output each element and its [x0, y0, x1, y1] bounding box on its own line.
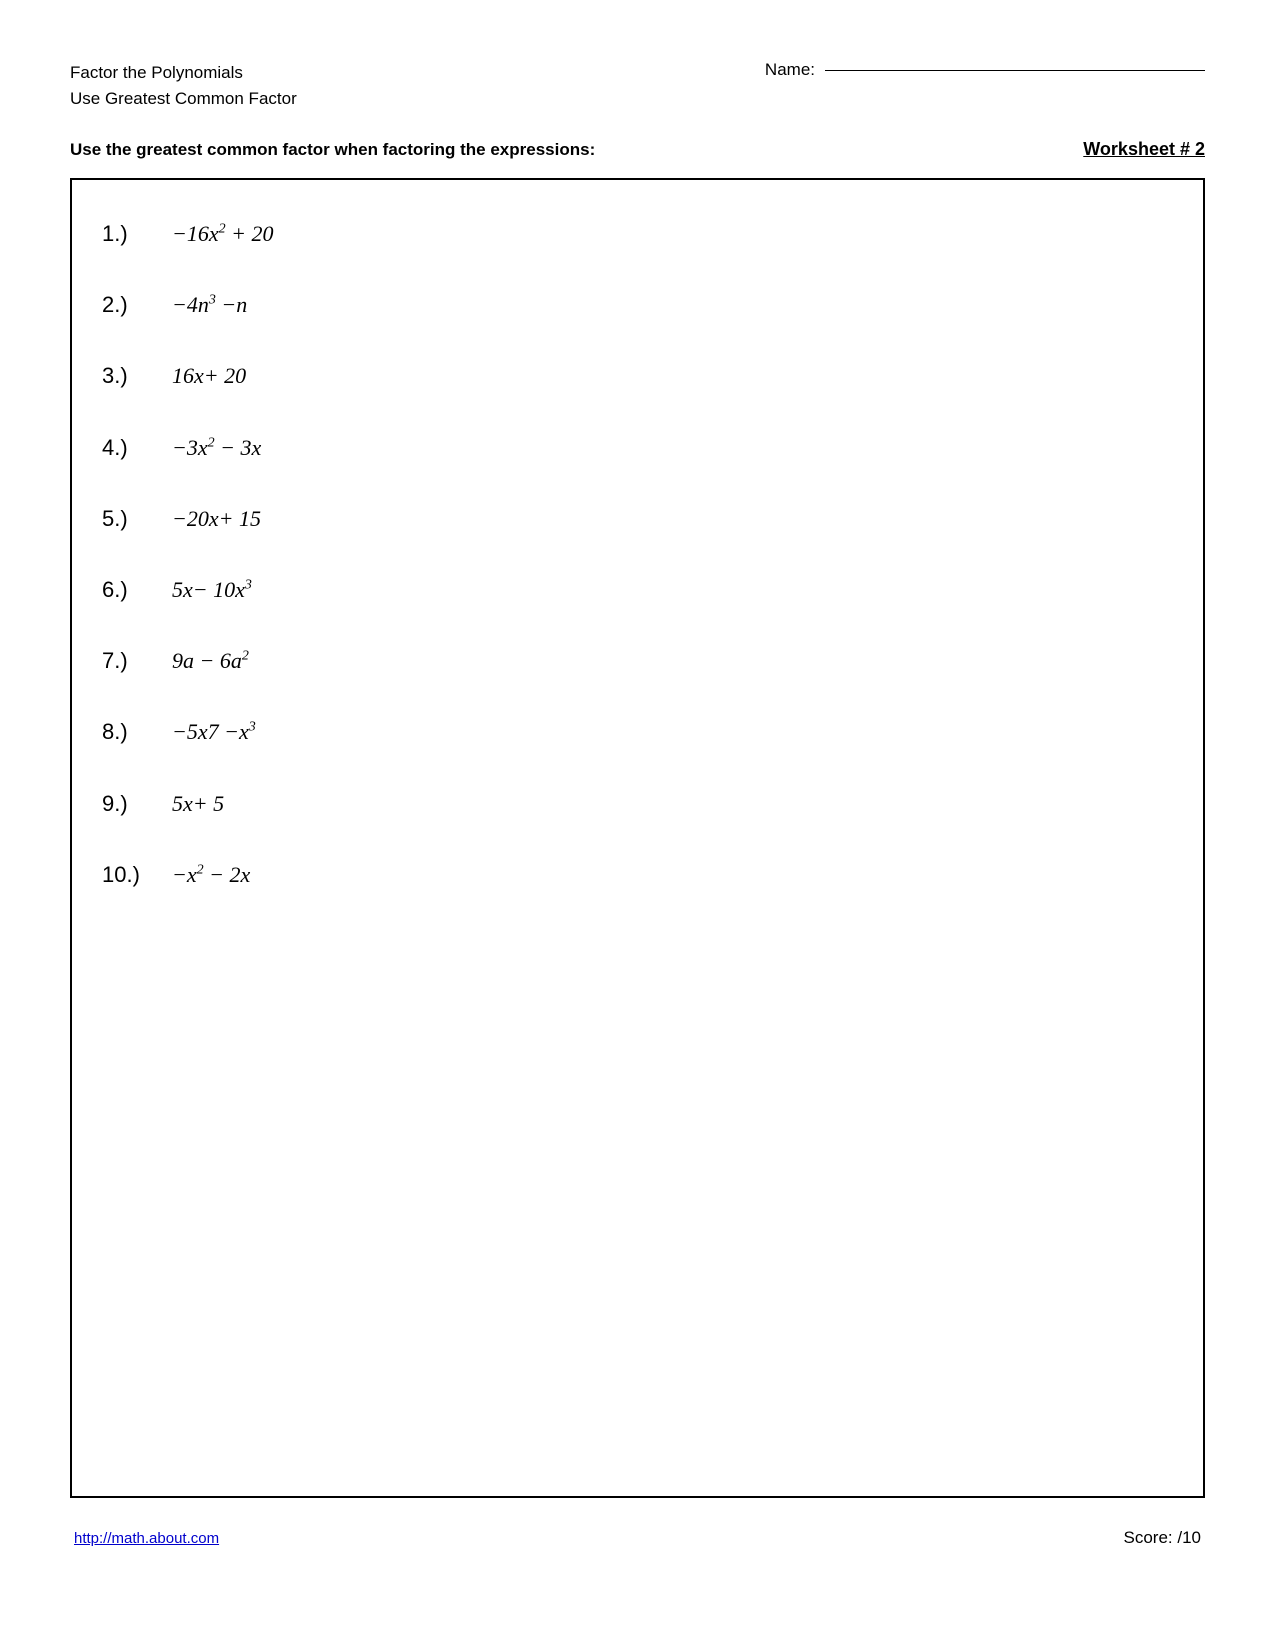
problem-expression: −3x2 − 3x: [172, 430, 261, 465]
footer-link[interactable]: http://math.about.com: [74, 1530, 219, 1547]
problem-number: 3.): [102, 358, 172, 393]
title-line2: Use Greatest Common Factor: [70, 86, 297, 112]
problem-row: 10.)−x2 − 2x: [102, 839, 1173, 910]
problem-row: 7.)9a − 6a2: [102, 625, 1173, 696]
problem-row: 1.)−16x2 + 20: [102, 198, 1173, 269]
problem-number: 4.): [102, 430, 172, 465]
problem-row: 4.)−3x2 − 3x: [102, 412, 1173, 483]
instructions-row: Use the greatest common factor when fact…: [70, 139, 1205, 160]
problem-number: 1.): [102, 216, 172, 251]
problem-number: 9.): [102, 786, 172, 821]
problem-row: 5.)−20x+ 15: [102, 483, 1173, 554]
problem-expression: 9a − 6a2: [172, 643, 249, 678]
problems-box: 1.)−16x2 + 202.)−4n3 −n3.)16x+ 204.)−3x2…: [70, 178, 1205, 1498]
problem-row: 3.)16x+ 20: [102, 340, 1173, 411]
header-right: Name:: [765, 60, 1205, 80]
problem-expression: −4n3 −n: [172, 287, 247, 322]
instructions-text: Use the greatest common factor when fact…: [70, 140, 595, 160]
problem-expression: 5x− 10x3: [172, 572, 252, 607]
problem-row: 2.)−4n3 −n: [102, 269, 1173, 340]
name-label: Name:: [765, 60, 815, 80]
problem-number: 8.): [102, 714, 172, 749]
header: Factor the Polynomials Use Greatest Comm…: [70, 60, 1205, 111]
problem-row: 8.)−5x7 −x3: [102, 696, 1173, 767]
problem-expression: −20x+ 15: [172, 501, 261, 536]
problem-number: 7.): [102, 643, 172, 678]
problem-expression: −5x7 −x3: [172, 714, 256, 749]
score-value: /10: [1177, 1528, 1201, 1547]
footer: http://math.about.com Score: /10: [70, 1528, 1205, 1548]
problem-row: 9.) 5x+ 5: [102, 768, 1173, 839]
problem-expression: 5x+ 5: [172, 786, 224, 821]
problem-expression: −x2 − 2x: [172, 857, 250, 892]
name-line: [825, 70, 1205, 71]
title-line1: Factor the Polynomials: [70, 60, 297, 86]
problem-number: 5.): [102, 501, 172, 536]
header-left: Factor the Polynomials Use Greatest Comm…: [70, 60, 297, 111]
problem-number: 2.): [102, 287, 172, 322]
problem-number: 6.): [102, 572, 172, 607]
problem-number: 10.): [102, 857, 172, 892]
score-label: Score:: [1123, 1528, 1172, 1547]
problem-row: 6.)5x− 10x3: [102, 554, 1173, 625]
footer-score: Score: /10: [1123, 1528, 1201, 1548]
problem-expression: 16x+ 20: [172, 358, 246, 393]
problem-expression: −16x2 + 20: [172, 216, 273, 251]
worksheet-title: Worksheet # 2: [1083, 139, 1205, 160]
